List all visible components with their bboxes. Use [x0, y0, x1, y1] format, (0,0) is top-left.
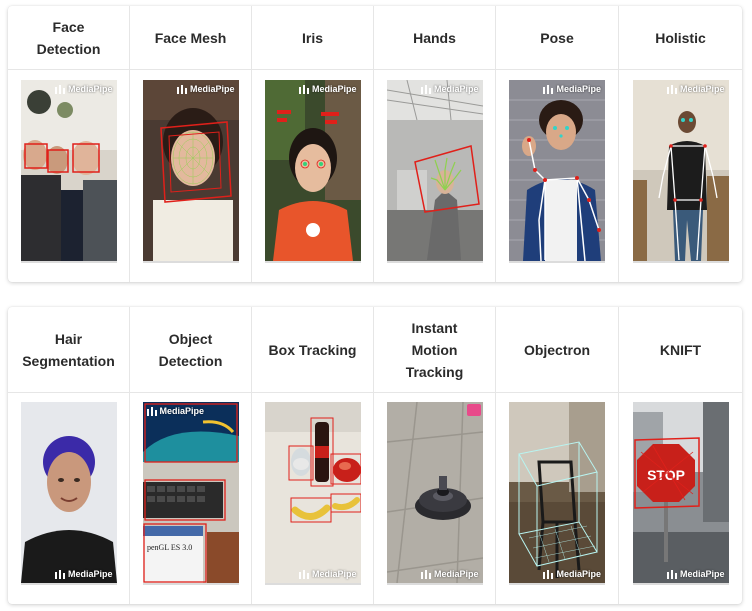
face-mesh-thumbnail[interactable]: MediaPipe	[142, 80, 239, 263]
book-title-text: penGL ES 3.0	[147, 543, 192, 552]
solution-title: KNIFT	[619, 307, 742, 393]
solution-title: Objectron	[496, 307, 618, 393]
solution-cell-object-detection: Object Detection penGL ES 3.0 MediaPipe	[130, 307, 252, 604]
mediapipe-logo-icon	[298, 569, 309, 579]
solution-title: Hair Segmentation	[8, 307, 129, 393]
solution-title: Face Detection	[8, 6, 129, 70]
mediapipe-logo-icon	[54, 569, 65, 579]
iris-thumbnail[interactable]: MediaPipe	[264, 80, 361, 263]
mediapipe-watermark: MediaPipe	[176, 84, 235, 94]
mediapipe-logo-icon	[176, 84, 187, 94]
solution-cell-iris: Iris MediaPipe	[252, 6, 374, 282]
mediapipe-watermark: MediaPipe	[54, 84, 113, 94]
solutions-table-row-2: Hair Segmentation MediaPipe Object Detec…	[8, 307, 742, 604]
solution-title: Hands	[374, 6, 495, 70]
solution-cell-face-mesh: Face Mesh MediaPipe	[130, 6, 252, 282]
mediapipe-watermark: MediaPipe	[298, 84, 357, 94]
mediapipe-watermark: MediaPipe	[420, 569, 479, 579]
solution-cell-hands: Hands MediaPipe	[374, 6, 496, 282]
mediapipe-logo-icon	[666, 84, 677, 94]
mediapipe-watermark: MediaPipe	[420, 84, 479, 94]
solution-cell-objectron: Objectron MediaPipe	[496, 307, 619, 604]
solution-cell-knift: KNIFT STOP MediaPipe	[619, 307, 742, 604]
hands-thumbnail[interactable]: MediaPipe	[386, 80, 483, 263]
mediapipe-watermark: MediaPipe	[146, 406, 204, 416]
mediapipe-logo-icon	[54, 84, 65, 94]
solution-title: Pose	[496, 6, 618, 70]
solutions-table-row-1: Face Detection MediaPipe Face Mesh Media…	[8, 6, 742, 282]
instant-motion-tracking-thumbnail[interactable]: MediaPipe	[386, 402, 483, 585]
solution-cell-hair-segmentation: Hair Segmentation MediaPipe	[8, 307, 130, 604]
mediapipe-logo-icon	[420, 84, 431, 94]
mediapipe-watermark: MediaPipe	[298, 569, 357, 579]
mediapipe-logo-icon	[420, 569, 431, 579]
solution-title: Instant Motion Tracking	[374, 307, 495, 393]
objectron-thumbnail[interactable]: MediaPipe	[509, 402, 605, 585]
mediapipe-logo-icon	[298, 84, 309, 94]
solution-cell-pose: Pose MediaPipe	[496, 6, 619, 282]
box-tracking-thumbnail[interactable]: MediaPipe	[264, 402, 361, 585]
mediapipe-watermark: MediaPipe	[666, 569, 725, 579]
mediapipe-logo-icon	[666, 569, 677, 579]
holistic-thumbnail[interactable]: MediaPipe	[632, 80, 729, 263]
mediapipe-watermark: MediaPipe	[54, 569, 113, 579]
mediapipe-watermark: MediaPipe	[543, 569, 601, 579]
mediapipe-watermark: MediaPipe	[666, 84, 725, 94]
object-detection-thumbnail[interactable]: penGL ES 3.0 MediaPipe	[142, 402, 239, 585]
solution-title: Iris	[252, 6, 373, 70]
solution-title: Box Tracking	[252, 307, 373, 393]
mediapipe-logo-icon	[146, 406, 157, 416]
mediapipe-watermark: MediaPipe	[543, 84, 601, 94]
solution-cell-holistic: Holistic MediaPipe	[619, 6, 742, 282]
stop-sign-text: STOP	[647, 467, 685, 483]
solution-cell-instant-motion-tracking: Instant Motion Tracking MediaPipe	[374, 307, 496, 604]
hair-segmentation-thumbnail[interactable]: MediaPipe	[20, 402, 117, 585]
face-detection-thumbnail[interactable]: MediaPipe	[20, 80, 117, 263]
solution-title: Face Mesh	[130, 6, 251, 70]
mediapipe-logo-icon	[543, 84, 554, 94]
pose-thumbnail[interactable]: MediaPipe	[509, 80, 605, 263]
knift-thumbnail[interactable]: STOP MediaPipe	[632, 402, 729, 585]
solution-title: Object Detection	[130, 307, 251, 393]
mediapipe-logo-icon	[543, 569, 554, 579]
solution-cell-box-tracking: Box Tracking MediaPipe	[252, 307, 374, 604]
solution-cell-face-detection: Face Detection MediaPipe	[8, 6, 130, 282]
solution-title: Holistic	[619, 6, 742, 70]
